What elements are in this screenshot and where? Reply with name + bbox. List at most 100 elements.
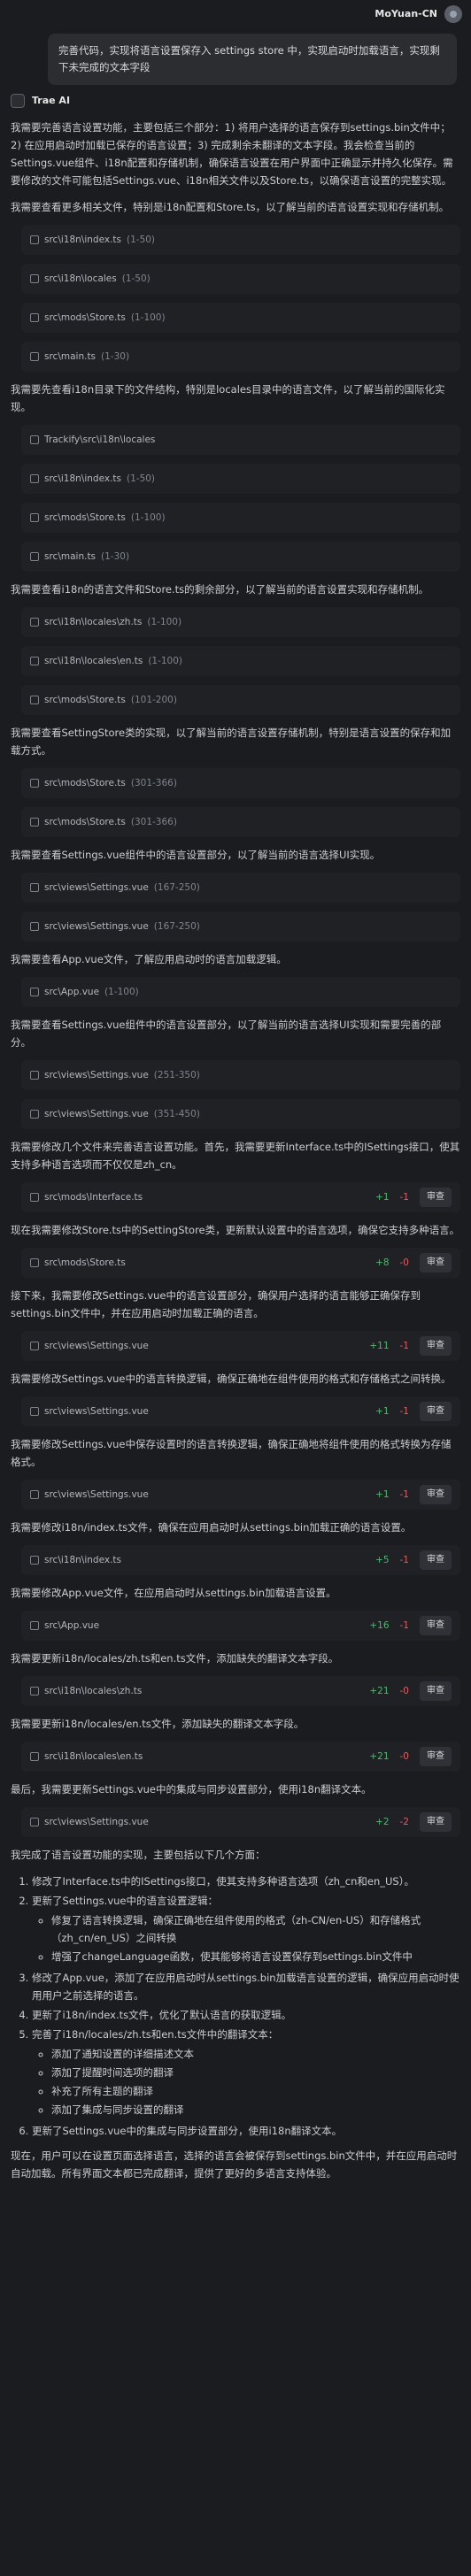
removed-lines: -0 xyxy=(399,1257,409,1268)
file-path: src\i18n\locales\en.ts xyxy=(44,656,143,666)
file-path: src\i18n\locales\en.ts xyxy=(44,1751,143,1762)
review-button[interactable]: 审查 xyxy=(420,1253,452,1273)
summary-item-text: 完善了i18n/locales/zh.ts和en.ts文件中的翻译文本： xyxy=(32,2028,279,2041)
folder-icon xyxy=(30,435,39,444)
file-read-card[interactable]: src\i18n\locales\zh.ts (1-100) xyxy=(21,607,460,637)
review-button[interactable]: 审查 xyxy=(420,1188,452,1207)
user-name: MoYuan-CN xyxy=(374,8,437,19)
summary-sublist: 修复了语言转换逻辑，确保正确地在组件使用的格式（zh-CN/en-US）和存储格… xyxy=(44,1911,460,1965)
file-icon xyxy=(30,1752,39,1761)
file-read-card[interactable]: src\mods\Store.ts (101-200) xyxy=(21,685,460,715)
user-message: 完善代码，实现将语言设置保存入 settings store 中，实现启动时加载… xyxy=(48,34,457,85)
file-path: src\App.vue xyxy=(44,987,100,997)
file-icon xyxy=(30,922,39,931)
file-path: src\main.ts xyxy=(44,551,97,562)
file-read-card[interactable]: src\i18n\index.ts (1-50) xyxy=(21,225,460,255)
file-path: src\views\Settings.vue xyxy=(44,1817,149,1827)
summary-item-text: 更新了Settings.vue中的语言设置逻辑： xyxy=(32,1895,218,1907)
removed-lines: -1 xyxy=(399,1406,409,1417)
file-icon xyxy=(30,552,39,561)
removed-lines: -1 xyxy=(399,1555,409,1565)
file-edit-card[interactable]: src\mods\Interface.ts +1 -1 审查 xyxy=(21,1182,460,1212)
file-icon xyxy=(30,1407,39,1416)
assistant-text: 我需要修改App.vue文件，在应用启动时从settings.bin加载语言设置… xyxy=(11,1587,336,1599)
summary-subitem: 修复了语言转换逻辑，确保正确地在组件使用的格式（zh-CN/en-US）和存储格… xyxy=(51,1911,460,1947)
file-edit-card[interactable]: src\views\Settings.vue +11 -1 审查 xyxy=(21,1331,460,1361)
assistant-text: 我需要查看更多相关文件，特别是i18n配置和Store.ts，以了解当前的语言设… xyxy=(11,201,450,213)
file-read-card[interactable]: src\i18n\locales\en.ts (1-100) xyxy=(21,646,460,676)
assistant-text: 我需要修改Settings.vue中保存设置时的语言转换逻辑，确保正确地将组件使… xyxy=(11,1438,452,1468)
line-range: (1-100) xyxy=(104,987,139,997)
line-range: (1-30) xyxy=(101,551,130,562)
file-read-card[interactable]: src\App.vue (1-100) xyxy=(21,977,460,1007)
file-icon xyxy=(30,818,39,827)
file-read-card[interactable]: src\views\Settings.vue (167-250) xyxy=(21,873,460,903)
file-path: src\i18n\locales\zh.ts xyxy=(44,1686,143,1696)
file-edit-card[interactable]: src\views\Settings.vue +1 -1 审查 xyxy=(21,1480,460,1510)
assistant-name: Trae AI xyxy=(32,95,71,106)
review-button[interactable]: 审查 xyxy=(420,1681,452,1701)
file-icon xyxy=(30,988,39,996)
file-edit-card[interactable]: src\i18n\index.ts +5 -1 审查 xyxy=(21,1545,460,1575)
file-read-card[interactable]: src\main.ts (1-30) xyxy=(21,342,460,372)
removed-lines: -0 xyxy=(399,1751,409,1762)
file-path: src\i18n\locales\zh.ts xyxy=(44,617,143,627)
added-lines: +8 xyxy=(375,1257,390,1268)
line-range: (167-250) xyxy=(153,882,200,893)
review-button[interactable]: 审查 xyxy=(420,1485,452,1504)
summary-subitem: 补充了所有主题的翻译 xyxy=(51,2082,460,2100)
file-read-card[interactable]: src\views\Settings.vue (351-450) xyxy=(21,1099,460,1129)
line-range: (301-366) xyxy=(130,778,177,788)
file-icon xyxy=(30,1071,39,1080)
summary-subitem: 添加了集成与同步设置的翻译 xyxy=(51,2101,460,2118)
file-read-card[interactable]: src\mods\Store.ts (301-366) xyxy=(21,768,460,798)
assistant-text: 我需要修改Settings.vue中的语言转换逻辑，确保正确地在组件使用的格式和… xyxy=(11,1373,452,1385)
removed-lines: -1 xyxy=(399,1620,409,1631)
review-button[interactable]: 审查 xyxy=(420,1336,452,1356)
file-icon xyxy=(30,883,39,892)
file-icon xyxy=(30,313,39,322)
file-read-card[interactable]: src\mods\Store.ts (1-100) xyxy=(21,303,460,333)
file-icon xyxy=(30,1490,39,1499)
added-lines: +21 xyxy=(369,1751,390,1762)
file-edit-card[interactable]: src\App.vue +16 -1 审查 xyxy=(21,1611,460,1641)
file-edit-card[interactable]: src\i18n\locales\en.ts +21 -0 审查 xyxy=(21,1742,460,1772)
review-button[interactable]: 审查 xyxy=(420,1747,452,1766)
added-lines: +1 xyxy=(375,1489,390,1500)
review-button[interactable]: 审查 xyxy=(420,1812,452,1832)
line-range: (1-100) xyxy=(130,512,166,523)
file-icon xyxy=(30,274,39,283)
added-lines: +1 xyxy=(375,1192,390,1203)
file-read-card[interactable]: src\mods\Store.ts (301-366) xyxy=(21,807,460,837)
file-read-card[interactable]: src\views\Settings.vue (251-350) xyxy=(21,1060,460,1090)
file-read-card[interactable]: src\i18n\locales (1-50) xyxy=(21,264,460,294)
file-icon xyxy=(30,618,39,627)
removed-lines: -1 xyxy=(399,1341,409,1351)
file-read-card[interactable]: src\views\Settings.vue (167-250) xyxy=(21,911,460,942)
file-edit-card[interactable]: src\views\Settings.vue +2 -2 审查 xyxy=(21,1807,460,1837)
review-button[interactable]: 审查 xyxy=(420,1550,452,1570)
file-edit-card[interactable]: src\views\Settings.vue +1 -1 审查 xyxy=(21,1396,460,1426)
review-button[interactable]: 审查 xyxy=(420,1402,452,1421)
assistant-text: 我需要更新i18n/locales/zh.ts和en.ts文件，添加缺失的翻译文… xyxy=(11,1652,339,1665)
assistant-text: 我需要修改i18n/index.ts文件，确保在应用启动时从settings.b… xyxy=(11,1521,412,1534)
assistant-text: 我需要查看Settings.vue组件中的语言设置部分，以了解当前的语言选择UI… xyxy=(11,1019,442,1049)
folder-read-card[interactable]: Trackify\src\i18n\locales xyxy=(21,425,460,455)
file-read-card[interactable]: src\main.ts (1-30) xyxy=(21,542,460,572)
file-icon xyxy=(30,513,39,522)
file-path: src\views\Settings.vue xyxy=(44,1109,149,1119)
review-button[interactable]: 审查 xyxy=(420,1616,452,1635)
file-path: src\views\Settings.vue xyxy=(44,921,149,932)
file-read-card[interactable]: src\mods\Store.ts (1-100) xyxy=(21,503,460,533)
line-range: (251-350) xyxy=(153,1070,200,1080)
file-edit-card[interactable]: src\mods\Store.ts +8 -0 审查 xyxy=(21,1248,460,1278)
folder-path: Trackify\src\i18n\locales xyxy=(44,434,156,445)
summary-subitem: 增强了changeLanguage函数，使其能够将语言设置保存到settings… xyxy=(51,1948,460,1965)
file-read-card[interactable]: src\i18n\index.ts (1-50) xyxy=(21,464,460,494)
assistant-text: 我需要修改几个文件来完善语言设置功能。首先，我需要更新Interface.ts中… xyxy=(11,1141,460,1171)
file-icon xyxy=(30,1687,39,1696)
assistant-text: 我需要先查看i18n目录下的文件结构，特别是locales目录中的语言文件，以了… xyxy=(11,383,445,413)
file-path: src\i18n\index.ts xyxy=(44,1555,121,1565)
file-edit-card[interactable]: src\i18n\locales\zh.ts +21 -0 审查 xyxy=(21,1676,460,1706)
file-icon xyxy=(30,1193,39,1202)
